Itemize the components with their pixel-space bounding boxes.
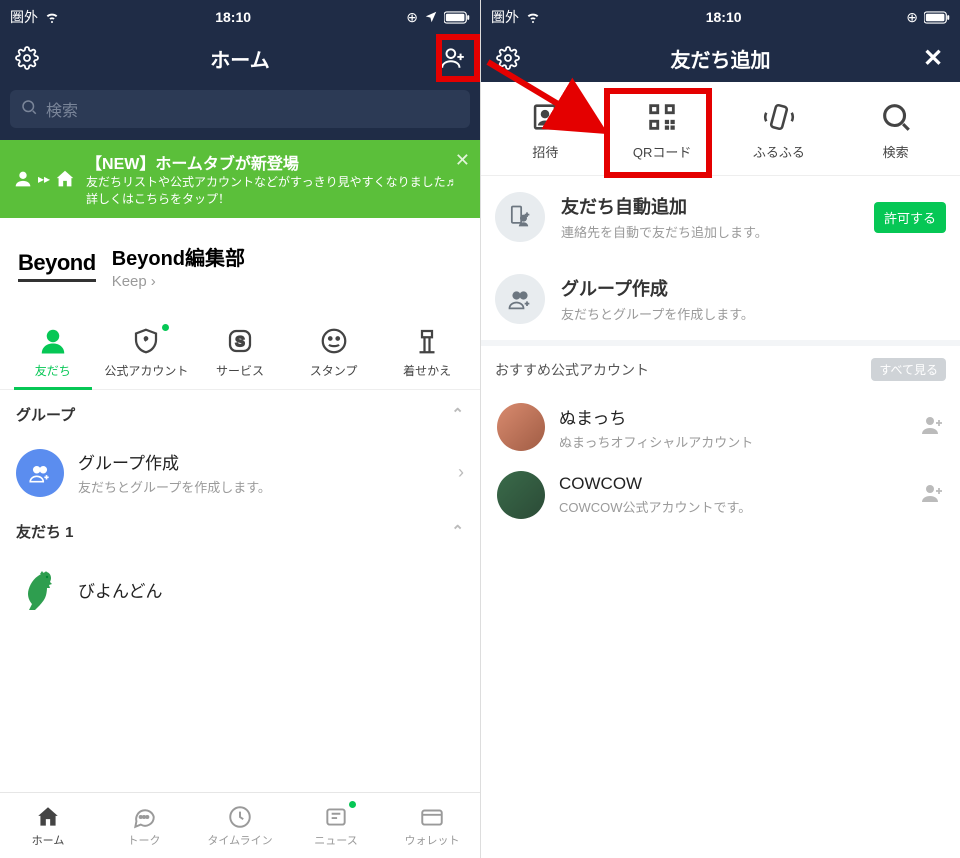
profile-name: Beyond編集部 [112, 242, 245, 271]
location-icon [424, 10, 438, 24]
group-create-icon [495, 274, 545, 324]
banner-text: 【NEW】ホームタブが新登場 友だちリストや公式アカウントなどがすっきり見やすく… [86, 150, 468, 208]
add-friend-icon[interactable] [920, 413, 944, 442]
wifi-icon [44, 9, 60, 25]
status-bar: 圏外 18:10 ⊕ [481, 0, 960, 34]
search-input[interactable]: 検索 [10, 90, 470, 128]
add-qr[interactable]: QRコード [604, 100, 721, 161]
profile-row[interactable]: Beyond Beyond編集部 Keep› [0, 218, 480, 314]
battery-icon [924, 11, 950, 24]
add-friend-button[interactable] [438, 43, 468, 73]
account-row[interactable]: ぬまっち ぬまっちオフィシャルアカウント [481, 393, 960, 461]
banner-icon-group: ▸▸ [12, 168, 76, 190]
tab-service[interactable]: S サービス [193, 320, 287, 389]
clock-label: 18:10 [706, 9, 742, 25]
wifi-icon [525, 9, 541, 25]
add-search[interactable]: 検索 [837, 100, 954, 161]
add-invite[interactable]: 招待 [487, 100, 604, 161]
chevron-right-icon: › [458, 462, 464, 483]
page-title: ホーム [42, 44, 438, 73]
friend-row[interactable]: びよんどん [0, 556, 480, 624]
section-friends[interactable]: 友だち 1 ⌃ [0, 507, 480, 556]
banner-close-button[interactable]: ✕ [455, 150, 470, 171]
group-create-row[interactable]: グループ作成 友だちとグループを作成します。 [481, 258, 960, 340]
see-all-button[interactable]: すべて見る [871, 358, 946, 381]
search-icon [20, 98, 38, 121]
nav-header: 友だち追加 ✕ [481, 34, 960, 82]
account-avatar [497, 471, 545, 519]
settings-button[interactable] [493, 43, 523, 73]
lock-rotation-icon: ⊕ [406, 9, 418, 26]
auto-add-icon [495, 192, 545, 242]
account-row[interactable]: COWCOW COWCOW公式アカウントです。 [481, 461, 960, 529]
page-title: 友だち追加 [523, 44, 918, 73]
tab-stamp[interactable]: スタンプ [287, 320, 381, 389]
account-avatar [497, 403, 545, 451]
new-home-banner[interactable]: ▸▸ 【NEW】ホームタブが新登場 友だちリストや公式アカウントなどがすっきり見… [0, 140, 480, 218]
lock-rotation-icon: ⊕ [906, 9, 918, 26]
permit-button[interactable]: 許可する [874, 202, 946, 233]
btab-timeline[interactable]: タイムライン [192, 793, 288, 858]
profile-logo: Beyond [18, 250, 96, 282]
tab-official[interactable]: 公式アカウント [100, 320, 194, 389]
friend-avatar [16, 566, 64, 614]
btab-home[interactable]: ホーム [0, 793, 96, 858]
close-button[interactable]: ✕ [918, 43, 948, 73]
svg-text:S: S [235, 334, 244, 349]
tab-friends[interactable]: 友だち [6, 320, 100, 389]
add-friend-icon[interactable] [920, 481, 944, 510]
btab-talk[interactable]: トーク [96, 793, 192, 858]
carrier-label: 圏外 [491, 7, 519, 27]
keep-link[interactable]: Keep› [112, 273, 245, 290]
category-tabs: 友だち 公式アカウント S サービス スタンプ 着せかえ [0, 314, 480, 390]
settings-button[interactable] [12, 43, 42, 73]
carrier-label: 圏外 [10, 7, 38, 27]
tab-theme[interactable]: 着せかえ [380, 320, 474, 389]
group-icon [16, 449, 64, 497]
recommended-header: おすすめ公式アカウント すべて見る [481, 340, 960, 393]
group-create-row[interactable]: グループ作成 友だちとグループを作成します。 › [0, 439, 480, 507]
clock-label: 18:10 [215, 9, 251, 25]
chevron-up-icon: ⌃ [451, 522, 464, 540]
search-placeholder: 検索 [46, 97, 78, 121]
home-screen: 圏外 18:10 ⊕ ホーム 検索 ▸▸ 【NEW】ホームタブ [0, 0, 480, 858]
nav-header: ホーム [0, 34, 480, 82]
search-bar: 検索 [0, 82, 480, 140]
add-methods-grid: 招待 QRコード ふるふる 検索 [481, 82, 960, 176]
auto-add-row[interactable]: 友だち自動追加 連絡先を自動で友だち追加します。 許可する [481, 176, 960, 258]
btab-wallet[interactable]: ウォレット [384, 793, 480, 858]
add-shake[interactable]: ふるふる [721, 100, 838, 161]
chevron-up-icon: ⌃ [451, 405, 464, 423]
bottom-tab-bar: ホーム トーク タイムライン ニュース ウォレット [0, 792, 480, 858]
section-groups[interactable]: グループ ⌃ [0, 390, 480, 439]
add-friend-screen: 圏外 18:10 ⊕ 友だち追加 ✕ 招待 QRコード ふるふる 検索 [480, 0, 960, 858]
battery-icon [444, 11, 470, 24]
status-bar: 圏外 18:10 ⊕ [0, 0, 480, 34]
btab-news[interactable]: ニュース [288, 793, 384, 858]
